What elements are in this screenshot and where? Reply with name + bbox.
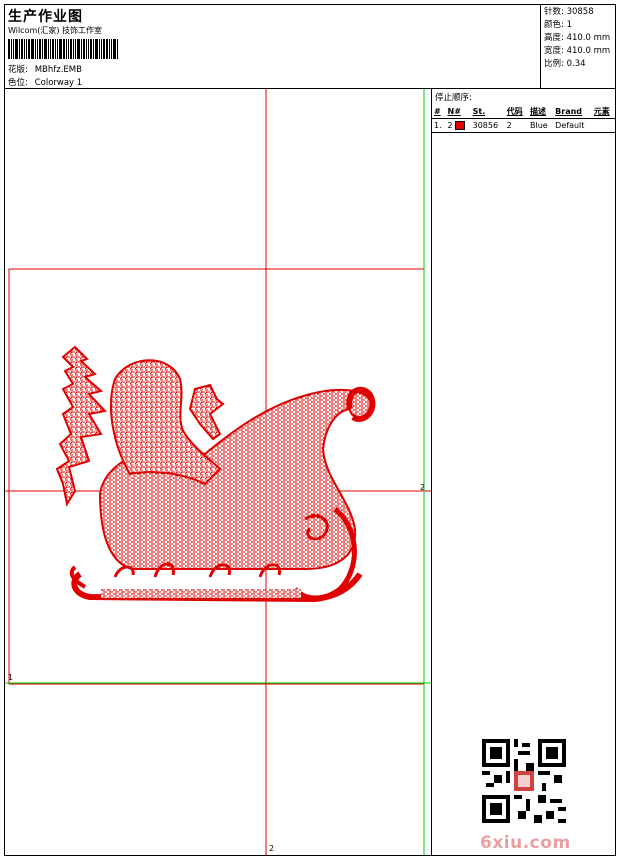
barcode-bar [93,39,94,59]
colorway-name: Colorway 1 [34,78,83,88]
row-number: 1. [434,121,442,130]
stat-width: 宽度: 410.0 mm [544,45,612,58]
qr-code [482,739,566,823]
production-worksheet: 生产作业图 Wilcom(汇家) 技饰工作室 花版: MBhfz.EMB 色位:… [4,4,616,856]
colorway-line: 色位: Colorway 1 [8,76,82,88]
barcode-bar [66,39,67,59]
barcode-bar [13,39,14,59]
stat-value: 410.0 mm [566,46,611,56]
barcode-bar [31,39,34,59]
col-element: 元素 [593,107,610,116]
stat-label: 高度: [544,33,564,43]
barcode-bar [99,39,100,59]
row-element [592,119,615,133]
watermark-logo: 6xiu.com [480,833,571,853]
barcode-bar [95,39,98,59]
colorway-label: 色位: [8,78,28,88]
barcode-bar [77,39,80,59]
table-header-row: # N# St. 代码 描述 Brand 元素 [432,105,615,119]
stat-stitches: 针数: 30858 [544,6,612,19]
barcode-bar [11,39,12,59]
barcode-bar [24,39,25,59]
barcode-bar [111,39,112,59]
row-code: 2 [506,121,512,130]
stat-value: 410.0 mm [566,33,611,43]
stat-scale: 比例: 0.34 [544,58,612,71]
barcode-bar [106,39,108,59]
stat-value: 1 [566,20,572,30]
design-label: 花版: [8,65,28,75]
barcode-bar [81,39,82,59]
barcode-bar [90,39,92,59]
barcode-bar [28,39,30,59]
row-brand: Default [555,121,585,130]
barcode-bar [35,39,36,59]
barcode-bar [15,39,18,59]
barcode-bar [83,39,85,59]
stat-value: 0.34 [566,59,586,69]
marker-top-right: 2 [420,483,425,492]
stat-label: 颜色: [544,20,564,30]
row-stitches: 30856 [472,121,499,130]
barcode-bar [55,39,56,59]
barcode-bar [26,39,27,59]
col-number: # [434,107,441,116]
barcode-bar [57,39,58,59]
col-needle: N# [447,107,461,116]
barcode-bar [21,39,23,59]
barcode-bar [88,39,89,59]
color-swatch [455,121,466,130]
design-preview: 2 2 1 [5,89,431,855]
design-file-name: MBhfz.EMB [34,65,82,75]
worksheet-header: 生产作业图 Wilcom(汇家) 技饰工作室 花版: MBhfz.EMB 色位:… [5,5,615,89]
design-file-line: 花版: MBhfz.EMB [8,63,82,75]
barcode-bar [103,39,105,59]
col-brand: Brand [555,107,583,116]
barcode-bar [63,39,65,59]
barcode-bar [52,39,54,59]
stop-sequence-table: # N# St. 代码 描述 Brand 元素 1. 2 30856 2 Blu… [432,105,615,133]
design-canvas: 2 2 1 [5,89,432,855]
barcode-bar [75,39,76,59]
stat-label: 比例: [544,59,564,69]
stop-sequence-panel: 停止顺序: # N# St. 代码 描述 Brand 元素 1. 2 30856… [432,89,615,855]
needle-number: 2 [447,121,453,130]
col-code: 代码 [506,107,523,116]
barcode-bar [113,39,116,59]
barcode-bar [48,39,49,59]
barcode-bar [42,39,43,59]
barcode-bar [37,39,38,59]
barcode-bar [70,39,72,59]
barcode-bar [44,39,47,59]
barcode-bar [8,39,10,59]
worksheet-title: 生产作业图 [8,9,83,25]
stat-label: 针数: [544,7,564,17]
barcode-bar [109,39,110,59]
stat-height: 高度: 410.0 mm [544,32,612,45]
row-needle: 2 [446,119,471,133]
col-stitches: St. [472,107,486,116]
barcode [8,39,126,59]
santa-sleigh-embroidery [55,345,376,603]
stat-colors: 颜色: 1 [544,19,612,32]
design-stats: 针数: 30858 颜色: 1 高度: 410.0 mm 宽度: 410.0 m… [540,5,615,89]
barcode-bar [73,39,74,59]
company-name: Wilcom(汇家) 技饰工作室 [8,26,103,35]
col-description: 描述 [529,107,546,116]
marker-bottom: 2 [269,844,274,853]
barcode-bar [68,39,69,59]
marker-left: 1 [8,673,13,682]
stat-value: 30858 [566,7,594,17]
barcode-bar [101,39,102,59]
barcode-bar [86,39,87,59]
table-row: 1. 2 30856 2 Blue Default [432,119,615,133]
stop-sequence-title: 停止顺序: [435,93,472,103]
barcode-bar [19,39,20,59]
barcode-bar [39,39,41,59]
row-description: Blue [529,121,548,130]
barcode-bar [59,39,62,59]
barcode-bar [50,39,51,59]
stat-label: 宽度: [544,46,564,56]
barcode-bar [117,39,118,59]
